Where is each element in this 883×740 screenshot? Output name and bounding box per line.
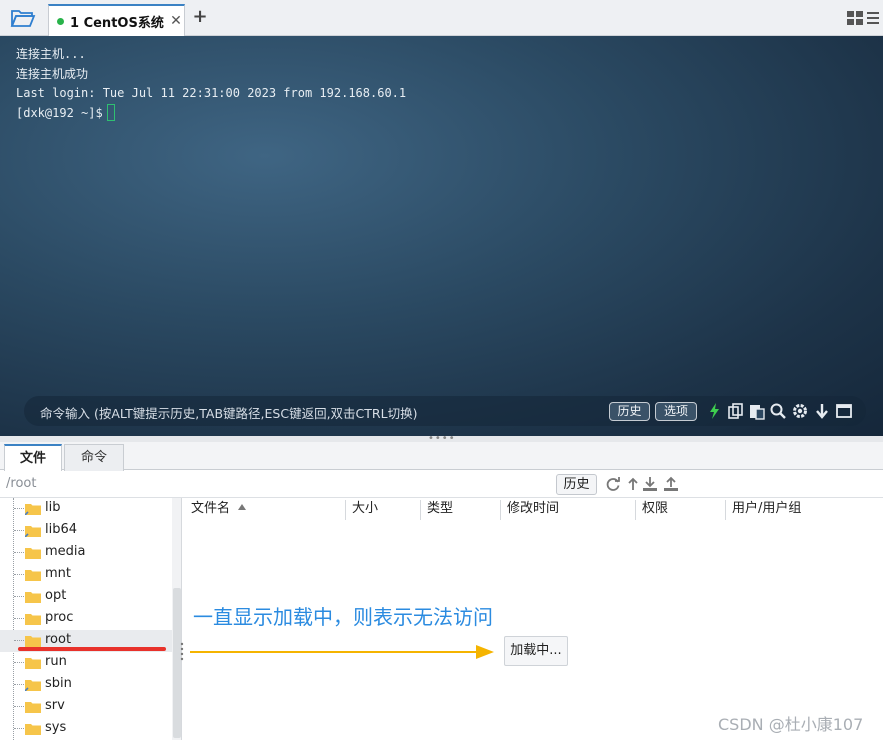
up-icon[interactable] (625, 476, 641, 492)
tree-item-label: sbin (45, 676, 72, 691)
command-input-bar[interactable]: 命令输入 (按ALT键提示历史,TAB键路径,ESC键返回,双击CTRL切换) … (24, 396, 866, 426)
folder-link-icon (25, 526, 41, 537)
folder-link-icon (25, 504, 41, 515)
column-header-modified[interactable]: 修改时间 (500, 500, 635, 520)
tree-item-label: opt (45, 588, 67, 603)
tree-item-sys[interactable]: sys (0, 718, 172, 740)
tree-item-lib64[interactable]: lib64 (0, 520, 172, 542)
column-header-filename[interactable]: 文件名 (185, 500, 345, 520)
command-input[interactable]: 命令输入 (按ALT键提示历史,TAB键路径,ESC键返回,双击CTRL切换) (40, 403, 417, 422)
tree-item-label: mnt (45, 566, 71, 581)
folder-icon (25, 724, 41, 735)
folder-icon (25, 592, 41, 603)
refresh-icon[interactable] (605, 476, 621, 492)
path-input[interactable]: /root (6, 476, 36, 491)
arrow-down-icon[interactable] (813, 402, 831, 420)
tree-scrollbar[interactable] (172, 498, 181, 740)
tree-item-proc[interactable]: proc (0, 608, 172, 630)
watermark: CSDN @杜小康107 (718, 715, 864, 734)
folder-icon (25, 548, 41, 559)
column-header-owner[interactable]: 用户/用户组 (725, 500, 875, 520)
plus-icon[interactable]: + (190, 7, 210, 27)
close-icon[interactable]: ✕ (168, 13, 184, 29)
folder-link-icon (25, 680, 41, 691)
tree-item-media[interactable]: media (0, 542, 172, 564)
terminal-prompt: [dxk@192 ~]$ (16, 105, 103, 120)
copy-icon[interactable] (727, 402, 745, 420)
tree-item-label: sys (45, 720, 67, 735)
folder-icon (25, 702, 41, 713)
path-history-button[interactable]: 历史 (556, 474, 597, 495)
tree-item-label: lib (45, 500, 61, 515)
terminal-cursor (106, 103, 115, 121)
annotation-text: 一直显示加载中，则表示无法访问 (193, 605, 493, 629)
path-bar: /root 历史 (0, 471, 883, 498)
tree-item-srv[interactable]: srv (0, 696, 172, 718)
menu-icon[interactable] (866, 10, 880, 26)
loading-indicator: 加载中... (504, 636, 568, 666)
lightning-icon[interactable] (706, 402, 724, 420)
tree-item-lib[interactable]: lib (0, 498, 172, 520)
tab-files[interactable]: 文件 (4, 444, 62, 471)
tree-item-label: srv (45, 698, 65, 713)
terminal-panel[interactable]: 连接主机... 连接主机成功 Last login: Tue Jul 11 22… (0, 36, 883, 436)
folder-icon (25, 570, 41, 581)
upload-icon[interactable] (663, 476, 679, 492)
download-icon[interactable] (642, 476, 658, 492)
tree-item-sbin[interactable]: sbin (0, 674, 172, 696)
sort-asc-icon (238, 504, 247, 510)
terminal-line: 连接主机... (16, 47, 86, 61)
gear-icon[interactable] (791, 402, 809, 420)
tree-item-run[interactable]: run (0, 652, 172, 674)
session-tabbar: 1 CentOS系统 ✕ + (0, 0, 883, 36)
session-tab-label: 1 CentOS系统 (70, 15, 164, 31)
column-header-permissions[interactable]: 权限 (635, 500, 725, 520)
connected-status-dot (57, 17, 64, 25)
folder-open-icon[interactable] (10, 7, 36, 29)
column-header-type[interactable]: 类型 (420, 500, 500, 520)
paste-icon[interactable] (748, 402, 766, 420)
session-tab-centos[interactable]: 1 CentOS系统 ✕ (48, 4, 185, 36)
column-header-size[interactable]: 大小 (345, 500, 420, 520)
tab-commands[interactable]: 命令 (64, 444, 124, 471)
tree-item-label: proc (45, 610, 74, 625)
terminal-line: 连接主机成功 (16, 66, 89, 81)
annotation-arrow (190, 645, 494, 659)
terminal-output: 连接主机... 连接主机成功 Last login: Tue Jul 11 22… (16, 45, 406, 123)
folder-icon (25, 614, 41, 625)
tree-item-label: lib64 (45, 522, 78, 537)
red-underline-annotation (18, 647, 166, 651)
tree-item-label: run (45, 654, 67, 669)
folder-icon (25, 636, 41, 647)
terminal-prompt-line: [dxk@192 ~]$ (16, 103, 406, 124)
search-icon[interactable] (769, 402, 787, 420)
maximize-icon[interactable] (835, 402, 853, 420)
history-button[interactable]: 历史 (609, 402, 650, 421)
folder-icon (25, 658, 41, 669)
tree-item-mnt[interactable]: mnt (0, 564, 172, 586)
directory-tree[interactable]: lib lib64 media mnt opt proc root run sb (0, 498, 182, 740)
options-button[interactable]: 选项 (655, 402, 697, 421)
tree-item-label: root (45, 632, 72, 647)
lower-panel-tabs: 文件 命令 (0, 442, 883, 471)
tree-item-label: media (45, 544, 86, 559)
terminal-line: Last login: Tue Jul 11 22:31:00 2023 fro… (16, 86, 407, 100)
grid-icon[interactable] (846, 10, 864, 26)
tree-item-opt[interactable]: opt (0, 586, 172, 608)
